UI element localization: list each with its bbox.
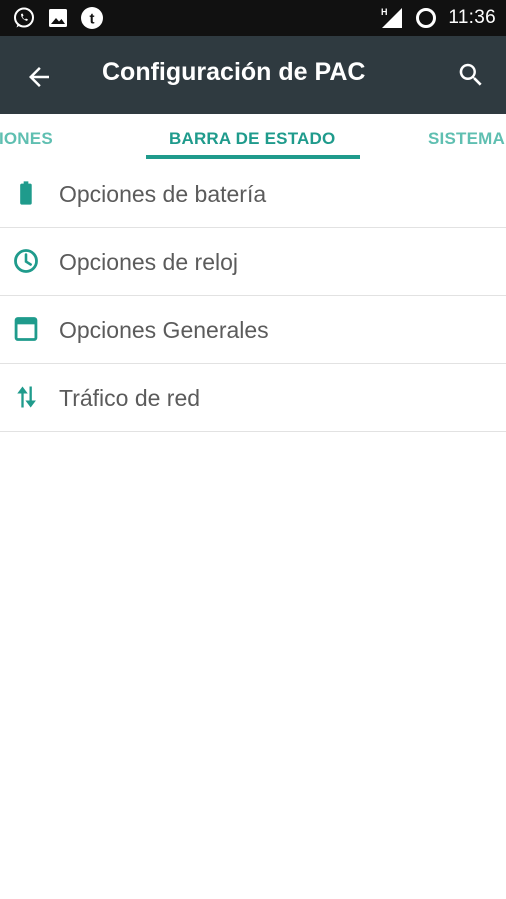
list-item-clock-options[interactable]: Opciones de reloj (0, 228, 506, 296)
status-bar: t H 11:36 (0, 0, 506, 36)
notification-icons: t (12, 6, 104, 30)
list-item-general-options[interactable]: Opciones Generales (0, 296, 506, 364)
whatsapp-icon (12, 6, 36, 30)
page-title: Configuración de PAC (102, 58, 366, 86)
svg-text:t: t (90, 11, 95, 28)
clock-icon (12, 247, 40, 275)
tab-sistema[interactable]: SISTEMA (428, 129, 505, 149)
sync-circle-icon (414, 6, 438, 30)
battery-icon (12, 179, 40, 207)
system-icons: H 11:36 (380, 6, 496, 30)
network-traffic-icon (12, 383, 40, 411)
window-icon (12, 315, 40, 343)
active-tab-indicator (146, 155, 360, 159)
list-item-label: Opciones de batería (59, 181, 267, 207)
image-icon (46, 6, 70, 30)
settings-list: Opciones de batería Opciones de reloj Op… (0, 160, 506, 432)
list-item-network-traffic[interactable]: Tráfico de red (0, 364, 506, 432)
list-item-label: Tráfico de red (59, 385, 201, 411)
clock-time: 11:36 (448, 7, 496, 28)
tumblr-icon: t (80, 6, 104, 30)
tab-bar: ACIONES BARRA DE ESTADO SISTEMA (0, 114, 506, 161)
list-item-label: Opciones de reloj (59, 249, 238, 275)
list-item-label: Opciones Generales (59, 317, 269, 343)
network-type-label: H (381, 7, 388, 17)
list-item-battery-options[interactable]: Opciones de batería (0, 160, 506, 228)
tab-barra-de-estado[interactable]: BARRA DE ESTADO (169, 129, 335, 149)
arrow-back-icon[interactable] (24, 62, 54, 92)
search-icon[interactable] (456, 60, 486, 90)
app-bar: Configuración de PAC (0, 36, 506, 114)
signal-icon: H (380, 6, 404, 30)
tab-notificaciones[interactable]: ACIONES (0, 129, 53, 149)
